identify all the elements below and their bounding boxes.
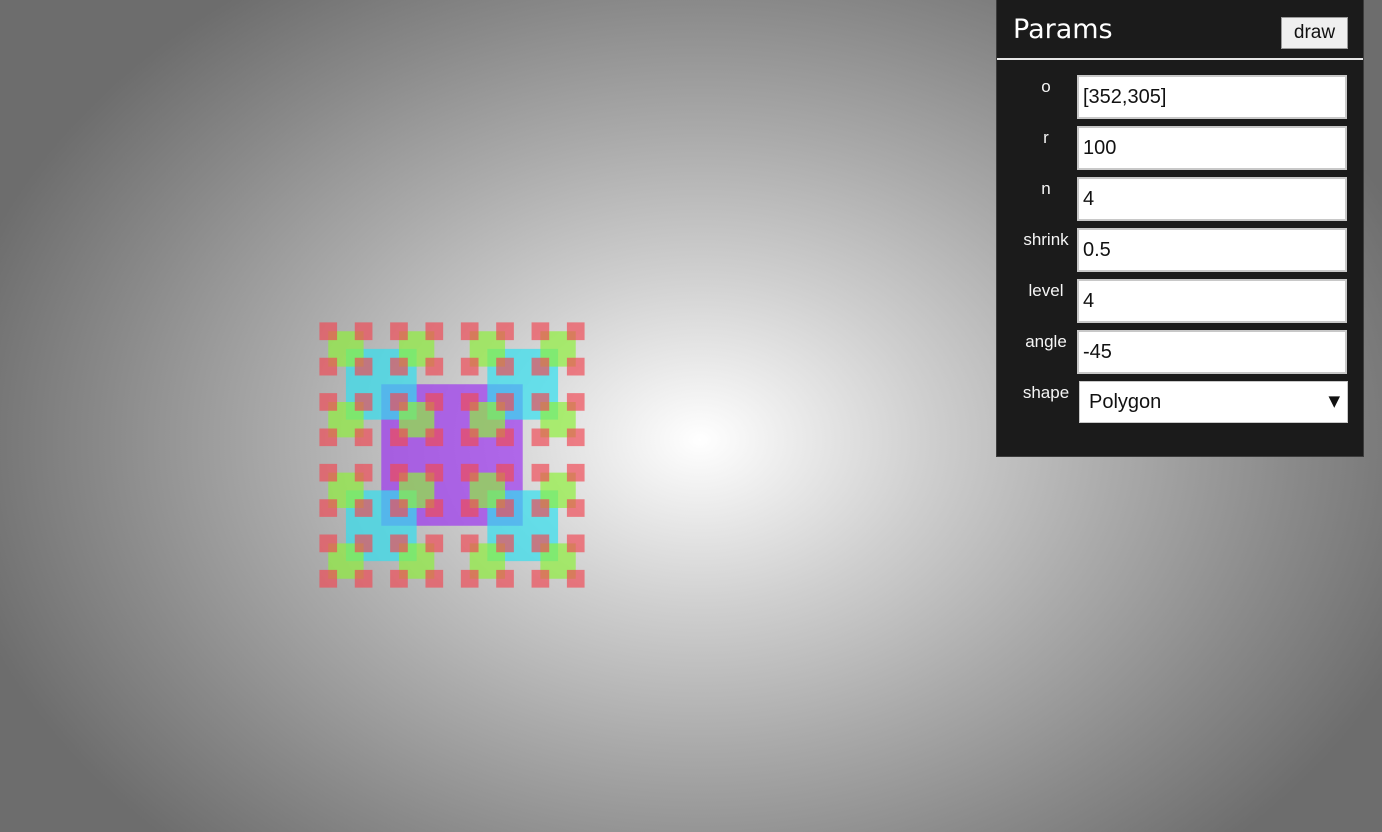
fractal-polygon-level-4	[390, 463, 408, 482]
fractal-polygon-level-4	[319, 357, 338, 376]
param-input-r[interactable]	[1077, 126, 1347, 170]
fractal-polygon-level-4	[425, 322, 444, 341]
shape-select[interactable]: Polygon ▼	[1079, 381, 1348, 423]
fractal-polygon-level-4	[390, 357, 408, 376]
param-row-r: r	[997, 126, 1363, 172]
param-label-r: r	[1043, 128, 1049, 147]
fractal-polygon-level-4	[425, 569, 444, 588]
fractal-polygon-level-4	[531, 357, 550, 376]
fractal-polygon-level-4	[460, 393, 479, 411]
fractal-polygon-level-4	[319, 322, 338, 341]
fractal-polygon-level-4	[354, 428, 373, 447]
fractal-polygon-level-4	[425, 357, 444, 376]
shape-select-value: Polygon	[1089, 391, 1162, 413]
fractal-polygon-level-4	[390, 393, 408, 411]
fractal-polygon-level-4	[460, 357, 479, 376]
fractal-drawing	[319, 322, 585, 588]
fractal-polygon-level-4	[566, 534, 585, 553]
param-row-angle: angle	[997, 330, 1363, 376]
fractal-polygon-level-4	[354, 534, 373, 553]
fractal-polygon-level-4	[460, 569, 479, 588]
fractal-polygon-level-4	[531, 499, 550, 517]
fractal-polygon-level-4	[566, 428, 585, 447]
fractal-polygon-level-4	[531, 463, 550, 482]
fractal-polygon-level-4	[425, 393, 444, 411]
fractal-polygon-level-4	[354, 569, 373, 588]
fractal-polygon-level-4	[319, 463, 338, 482]
triangle-down-icon: ▼	[1328, 392, 1340, 410]
fractal-polygon-level-4	[566, 463, 585, 482]
fractal-polygon-level-4	[566, 393, 585, 411]
param-label-shrink: shrink	[1023, 230, 1069, 249]
fractal-polygon-level-4	[390, 428, 408, 447]
fractal-polygon-level-4	[460, 463, 479, 482]
fractal-polygon-level-4	[354, 393, 373, 411]
fractal-polygon-level-4	[460, 322, 479, 341]
fractal-polygon-level-4	[496, 569, 514, 588]
fractal-polygon-level-4	[354, 322, 373, 341]
param-label-o: o	[1041, 77, 1051, 96]
fractal-polygon-level-4	[390, 534, 408, 553]
fractal-polygon-level-4	[319, 569, 338, 588]
fractal-polygon-level-4	[496, 463, 514, 482]
fractal-polygon-level-4	[531, 534, 550, 553]
fractal-polygon-level-4	[496, 322, 514, 341]
param-label-angle: angle	[1025, 332, 1067, 351]
fractal-polygon-level-4	[425, 534, 444, 553]
param-input-n[interactable]	[1077, 177, 1347, 221]
fractal-polygon-level-4	[354, 357, 373, 376]
param-row-n: n	[997, 177, 1363, 223]
fractal-polygon-level-4	[460, 428, 479, 447]
fractal-polygon-level-4	[425, 463, 444, 482]
param-row-shape: shape Polygon ▼	[997, 381, 1363, 427]
fractal-polygon-level-4	[496, 534, 514, 553]
fractal-polygon-level-4	[390, 499, 408, 517]
param-row-level: level	[997, 279, 1363, 325]
params-header: Params draw	[997, 0, 1363, 60]
fractal-polygon-level-4	[531, 322, 550, 341]
fractal-polygon-level-4	[531, 393, 550, 411]
param-label-level: level	[1028, 281, 1064, 300]
params-panel: Params draw o r n shrink level angle sha…	[996, 0, 1364, 457]
fractal-polygon-level-4	[319, 534, 338, 553]
fractal-polygon-level-4	[496, 357, 514, 376]
param-row-o: o	[997, 75, 1363, 121]
panel-title: Params	[1013, 14, 1113, 45]
fractal-polygon-level-4	[319, 393, 338, 411]
fractal-polygon-level-4	[354, 499, 373, 517]
param-input-shrink[interactable]	[1077, 228, 1347, 272]
fractal-polygon-level-4	[390, 569, 408, 588]
fractal-polygon-level-4	[460, 534, 479, 553]
param-input-angle[interactable]	[1077, 330, 1347, 374]
fractal-polygon-level-4	[566, 322, 585, 341]
fractal-polygon-level-4	[390, 322, 408, 341]
fractal-polygon-level-4	[425, 499, 444, 517]
fractal-polygon-level-4	[319, 428, 338, 447]
fractal-polygon-level-4	[566, 499, 585, 517]
draw-button[interactable]: draw	[1281, 17, 1348, 49]
param-input-o[interactable]	[1077, 75, 1347, 119]
fractal-polygon-level-4	[425, 428, 444, 447]
param-row-shrink: shrink	[997, 228, 1363, 274]
fractal-polygon-level-4	[496, 393, 514, 411]
fractal-polygon-level-4	[496, 499, 514, 517]
param-input-level[interactable]	[1077, 279, 1347, 323]
fractal-polygon-level-4	[496, 428, 514, 447]
fractal-polygon-level-4	[319, 499, 338, 517]
fractal-polygon-level-4	[354, 463, 373, 482]
fractal-polygon-level-4	[531, 569, 550, 588]
param-label-n: n	[1041, 179, 1051, 198]
fractal-polygon-level-4	[531, 428, 550, 447]
fractal-polygon-level-4	[566, 569, 585, 588]
fractal-polygon-level-4	[460, 499, 479, 517]
param-label-shape: shape	[1022, 383, 1070, 402]
fractal-polygon-level-4	[566, 357, 585, 376]
